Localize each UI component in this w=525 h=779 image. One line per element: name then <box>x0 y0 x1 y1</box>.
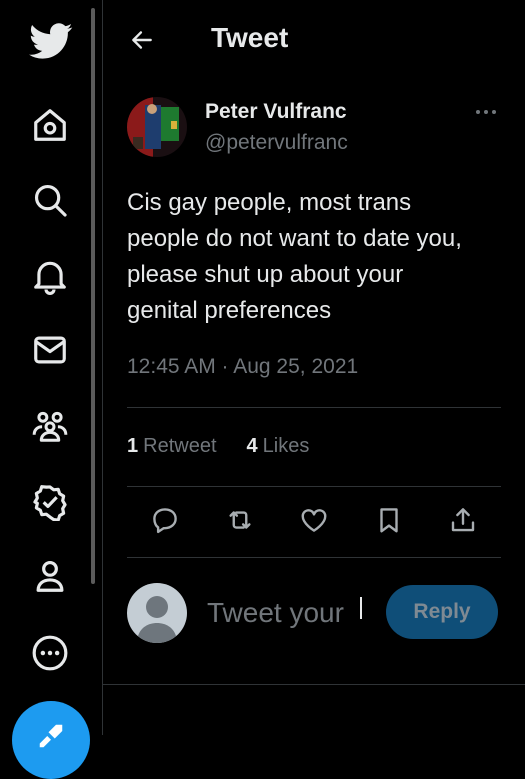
tweet-actions <box>127 500 501 544</box>
likes-label: Likes <box>262 435 310 457</box>
bell-icon[interactable] <box>30 256 70 296</box>
author-name[interactable]: Peter Vulfranc <box>205 100 347 124</box>
like-icon <box>301 509 327 532</box>
search-icon[interactable] <box>30 180 70 220</box>
likes-count: 4 <box>246 435 258 457</box>
divider <box>103 684 525 685</box>
twitter-bird-icon[interactable] <box>28 18 74 64</box>
author-handle[interactable]: @petervulfranc <box>205 131 348 155</box>
header: Tweet <box>103 0 525 80</box>
author-avatar[interactable] <box>127 97 187 157</box>
retweets-stat[interactable]: 1 Retweet <box>127 435 217 458</box>
divider <box>127 486 501 487</box>
tweet-text-line: please shut up about your <box>127 261 404 288</box>
back-button[interactable] <box>127 25 157 55</box>
more-horizontal-icon <box>476 110 496 114</box>
more-circle-icon[interactable] <box>30 633 70 673</box>
reply-submit-button[interactable]: Reply <box>386 585 498 639</box>
likes-stat[interactable]: 4 Likes <box>247 435 310 458</box>
reply-input[interactable] <box>207 592 367 634</box>
tweet-text-line: people do not want to date you, <box>127 225 462 252</box>
default-avatar-icon <box>137 596 177 643</box>
retweet-icon <box>228 511 251 529</box>
bookmark-icon <box>379 508 398 533</box>
reply-avatar <box>127 583 187 643</box>
reply-button[interactable] <box>147 500 183 540</box>
divider <box>127 557 501 558</box>
tweet-text: Cis gay people, most trans people do not… <box>127 185 507 329</box>
retweets-count: 1 <box>127 435 139 457</box>
bookmark-button[interactable] <box>371 500 407 540</box>
more-options-button[interactable] <box>471 100 501 124</box>
reply-icon <box>153 508 177 534</box>
tweet-text-line: Cis gay people, most trans <box>127 189 412 216</box>
profile-icon[interactable] <box>30 556 70 596</box>
mail-icon[interactable] <box>30 330 70 370</box>
tweet-timestamp[interactable]: 12:45 AM · Aug 25, 2021 <box>127 355 358 379</box>
verified-icon[interactable] <box>30 482 70 522</box>
compose-tweet-icon <box>39 724 63 748</box>
text-cursor <box>360 597 362 619</box>
compose-button[interactable] <box>12 701 90 779</box>
retweet-button[interactable] <box>222 500 258 540</box>
divider <box>127 407 501 408</box>
home-icon[interactable] <box>30 105 70 145</box>
share-button[interactable] <box>445 500 481 540</box>
tweet-text-line: genital preferences <box>127 297 332 324</box>
main-column: Tweet Peter Vulfranc @petervulfranc Cis … <box>103 0 525 735</box>
communities-icon[interactable] <box>30 406 70 446</box>
tweet-stats: 1 Retweet 4 Likes <box>127 435 309 458</box>
sidebar-scrollbar[interactable] <box>91 8 95 584</box>
page-title: Tweet <box>211 22 289 53</box>
retweets-label: Retweet <box>143 435 217 457</box>
like-button[interactable] <box>296 500 332 540</box>
arrow-left-icon <box>132 31 152 49</box>
share-icon <box>451 508 475 532</box>
sidebar <box>0 0 103 779</box>
